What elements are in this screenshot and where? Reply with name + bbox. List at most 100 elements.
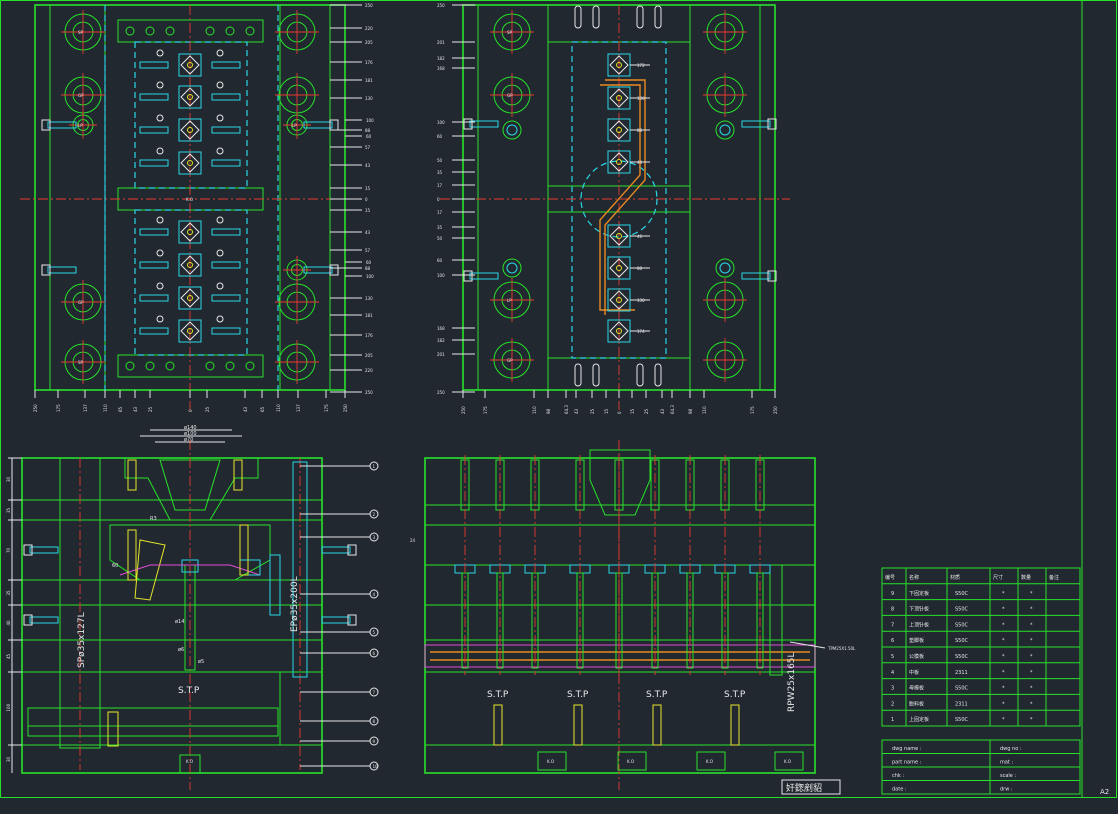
pb-lp-core-1-1 [719, 262, 731, 274]
pa-bolt-left-1-shank [47, 266, 77, 274]
pb-dim-b-13: 98 [688, 408, 693, 414]
pa-top-hole-3 [205, 26, 215, 36]
pb-dim-r-4: 46 [637, 234, 643, 239]
pa-ko-label: K.O [186, 197, 193, 202]
plate-a-plan-view: SPGPLP LPGPSPK.O 250220205176181130885743… [20, 3, 374, 412]
bom-mat-3: S50C [955, 638, 969, 644]
pb-lp-1-0 [715, 120, 735, 140]
sb-stp-bolt-1 [573, 704, 583, 746]
sb-sprue-pin-1 [495, 459, 505, 511]
pb-slot-bot-0 [574, 363, 582, 387]
pa-hole-r-5 [216, 249, 224, 257]
sa-top-dim-3: ø70 [184, 437, 193, 443]
pb-lp-core-0-0 [506, 124, 518, 136]
bom-meta-left-3: date : [892, 787, 907, 793]
bom-mat-5: 2311 [955, 670, 968, 676]
pa-bot-hole-5 [245, 361, 255, 371]
bom-qty-5: * [1030, 670, 1033, 676]
bom-meta-left-0: dwg name : [892, 746, 922, 752]
bom-no-0: 9 [891, 591, 894, 597]
pa-side-0: 100 [366, 118, 374, 123]
pb-dim-b-16: 250 [773, 406, 778, 414]
pa-hole-r-4 [216, 216, 224, 224]
pa-bot-hole-2 [165, 361, 175, 371]
plate-b-plan-view: SPGPLPGP 2502011821681006050351701735506… [437, 3, 790, 414]
pb-dim-b-8: 0 [617, 411, 622, 414]
pa-comp-label-left-0: SP [78, 30, 84, 35]
pa-pin-l-4 [139, 228, 169, 236]
sa-small-dim-4: R3 [150, 516, 157, 522]
sb-stp-bolt-2 [652, 704, 662, 746]
bom-no-7: 2 [891, 701, 894, 707]
pa-pin-r-4 [211, 228, 241, 236]
bom-size-2: * [1002, 622, 1005, 628]
sa-screw-0 [127, 459, 137, 491]
pa-side-3: 100 [366, 274, 374, 279]
sa-dim-2: 70 [6, 547, 11, 553]
pb-slot-bot-3 [654, 363, 662, 387]
bom-header-2: 材质 [950, 574, 960, 581]
pa-hole-l-7 [156, 315, 164, 323]
sa-balloon-2: 3 [373, 535, 376, 540]
sa-dim-5: 45 [6, 653, 11, 659]
bom-size-4: * [1002, 654, 1005, 660]
pa-dim-r-9: 15 [365, 186, 371, 191]
bom-size-6: * [1002, 686, 1005, 692]
pb-dim-l-17: 201 [437, 352, 445, 357]
sb-small-dim: 24 [410, 538, 416, 543]
sa-small-dim-5: 60 [112, 563, 118, 569]
pa-side-1: 60 [366, 134, 372, 139]
pb-dim-l-9: 0 [437, 197, 440, 202]
pa-dim-r-4: 181 [365, 78, 373, 83]
pa-dim-r-11: 15 [365, 208, 371, 213]
pb-dim-b-10: 25 [644, 408, 649, 414]
pa-dim-b-5: 43 [133, 406, 138, 412]
sa-balloon-7: 8 [373, 719, 376, 724]
pa-dim-b-13: 175 [324, 404, 329, 412]
pa-comp-label-left-1: GP [78, 93, 84, 98]
pb-dim-b-3: 98 [546, 408, 551, 414]
bom-mat-6: S50C [955, 686, 969, 692]
bom-name-8: 上固定板 [909, 716, 929, 723]
pb-dim-l-15: 168 [437, 326, 445, 331]
bom-no-1: 8 [891, 607, 894, 613]
pb-dim-b-11: 43 [660, 408, 665, 414]
pa-dim-r-15: 130 [365, 296, 373, 301]
pa-pin-l-5 [139, 261, 169, 269]
sa-balloon-3: 4 [373, 592, 376, 597]
bom-mat-4: S50C [955, 654, 969, 660]
pb-dim-b-5: 43 [574, 408, 579, 414]
pa-pin-l-1 [139, 93, 169, 101]
sa-dim-7: 30 [6, 756, 11, 762]
pa-pin-l-2 [139, 126, 169, 134]
bill-of-materials: 编号 名称 材质 尺寸 数量 备注 9 下固定板 S50C * * 8 下顶针板 S50C * * 7 上顶针板 S… [881, 567, 1081, 795]
pa-top-hole-4 [225, 26, 235, 36]
bom-qty-2: * [1030, 622, 1033, 628]
pa-dim-r-14: 88 [365, 266, 371, 271]
pa-dim-b-11: 110 [276, 404, 281, 412]
bom-name-2: 上顶针板 [909, 621, 929, 628]
bom-qty-7: * [1030, 701, 1033, 707]
pa-comp-label-left-5: SP [78, 360, 84, 365]
pb-dim-l-6: 50 [437, 158, 443, 163]
sa-small-dim-2: ø6 [178, 647, 184, 653]
pa-pin-r-7 [211, 327, 241, 335]
pb-slot-top-1 [592, 5, 600, 29]
pb-dim-b-9: 15 [630, 408, 635, 414]
pb-lp-core-1-0 [719, 124, 731, 136]
sa-balloon-1: 2 [373, 512, 376, 517]
pa-pin-r-2 [211, 126, 241, 134]
pa-hole-l-0 [156, 49, 164, 57]
sa-dim-1: 35 [6, 507, 11, 513]
sa-dim-0: 30 [6, 476, 11, 482]
bom-header-3: 尺寸 [993, 574, 1003, 581]
bom-size-0: * [1002, 591, 1005, 597]
pb-dim-l-1: 201 [437, 40, 445, 45]
section-b-view: RPW25x165L TPM25X1.50L 24 S.T.P K.O S.T.P K… [410, 440, 856, 790]
sheet-size-label: A2 [1100, 788, 1109, 796]
sb-stp-3: S.T.P [724, 690, 746, 700]
pa-dim-r-18: 205 [365, 353, 373, 358]
pa-hole-l-1 [156, 81, 164, 89]
pa-comp-label-left-3: LP [292, 123, 297, 128]
pb-dim-l-4: 100 [437, 120, 445, 125]
